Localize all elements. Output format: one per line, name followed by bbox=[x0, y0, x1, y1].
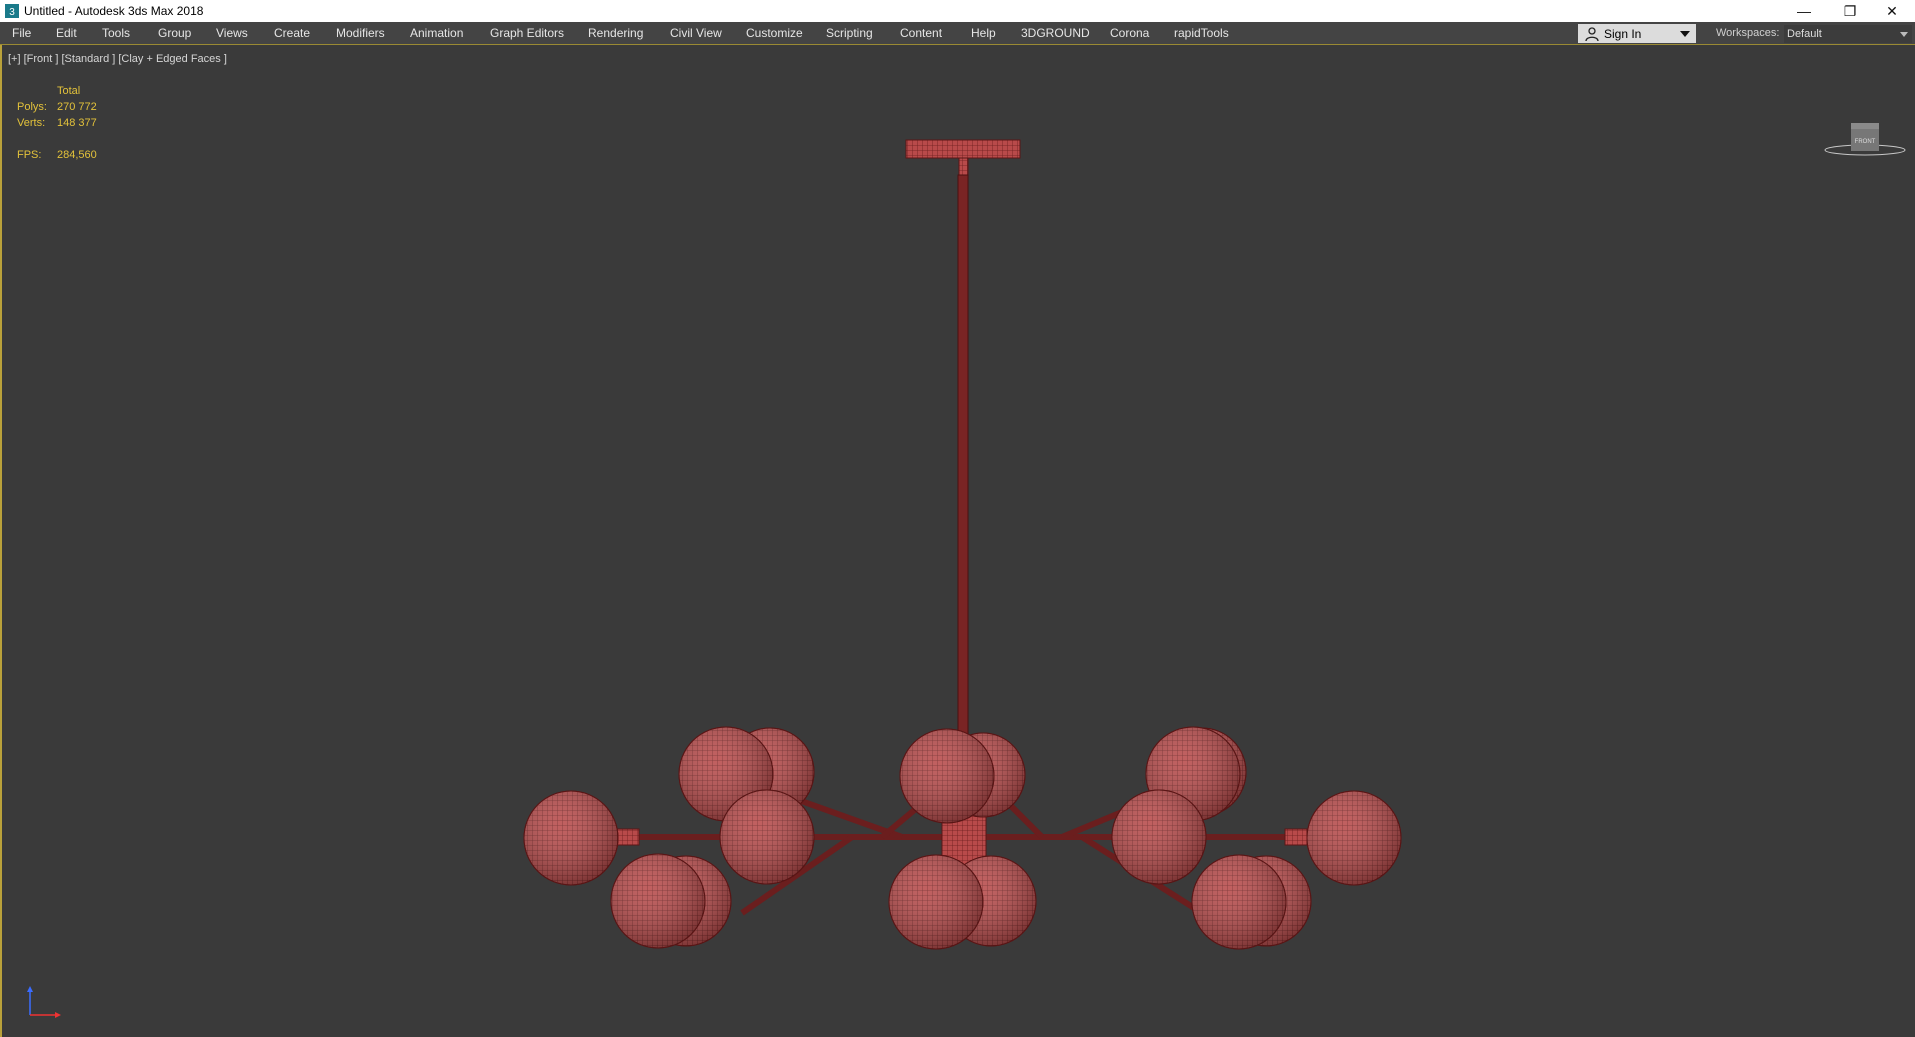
workspaces-label: Workspaces: bbox=[1716, 27, 1780, 39]
menu-help[interactable]: Help bbox=[971, 22, 996, 44]
right-socket bbox=[1284, 828, 1308, 846]
menu-tools[interactable]: Tools bbox=[102, 22, 130, 44]
menu-corona[interactable]: Corona bbox=[1110, 22, 1149, 44]
stem-rod bbox=[957, 174, 969, 773]
menu-rapidtools[interactable]: rapidTools bbox=[1174, 22, 1229, 44]
menu-scripting[interactable]: Scripting bbox=[826, 22, 873, 44]
ceiling-canopy bbox=[905, 139, 1021, 179]
chevron-down-icon bbox=[1900, 32, 1908, 37]
close-button[interactable]: ✕ bbox=[1869, 0, 1915, 22]
menu-file[interactable]: File bbox=[12, 22, 31, 44]
workspaces-dropdown[interactable]: Default bbox=[1784, 25, 1912, 43]
menu-graph-editors[interactable]: Graph Editors bbox=[490, 22, 564, 44]
menu-animation[interactable]: Animation bbox=[410, 22, 463, 44]
menu-views[interactable]: Views bbox=[216, 22, 248, 44]
user-icon bbox=[1585, 26, 1599, 41]
menu-civil-view[interactable]: Civil View bbox=[670, 22, 722, 44]
window-title: Untitled - Autodesk 3ds Max 2018 bbox=[24, 4, 204, 18]
minimize-button[interactable]: — bbox=[1781, 0, 1827, 22]
left-socket bbox=[616, 828, 640, 846]
front-viewport[interactable]: [+] [Front ] [Standard ] [Clay + Edged F… bbox=[0, 45, 1915, 1037]
restore-button[interactable]: ❐ bbox=[1827, 0, 1873, 22]
menu-rendering[interactable]: Rendering bbox=[588, 22, 643, 44]
menu-create[interactable]: Create bbox=[274, 22, 310, 44]
svg-text:3: 3 bbox=[9, 7, 15, 18]
menu-group[interactable]: Group bbox=[158, 22, 191, 44]
3dsmax-app-icon: 3 bbox=[5, 4, 19, 18]
title-bar: 3 Untitled - Autodesk 3ds Max 2018 — ❐ ✕ bbox=[0, 0, 1915, 22]
sign-in-label: Sign In bbox=[1604, 26, 1642, 41]
menu-customize[interactable]: Customize bbox=[746, 22, 803, 44]
sign-in-button[interactable]: Sign In bbox=[1578, 24, 1696, 43]
menu-modifiers[interactable]: Modifiers bbox=[336, 22, 385, 44]
menu-content[interactable]: Content bbox=[900, 22, 942, 44]
workspace-value: Default bbox=[1787, 28, 1822, 40]
menu-edit[interactable]: Edit bbox=[56, 22, 77, 44]
chevron-down-icon bbox=[1680, 31, 1690, 37]
chandelier-model[interactable] bbox=[2, 45, 1915, 1037]
menu-3dground[interactable]: 3DGROUND bbox=[1021, 22, 1090, 44]
